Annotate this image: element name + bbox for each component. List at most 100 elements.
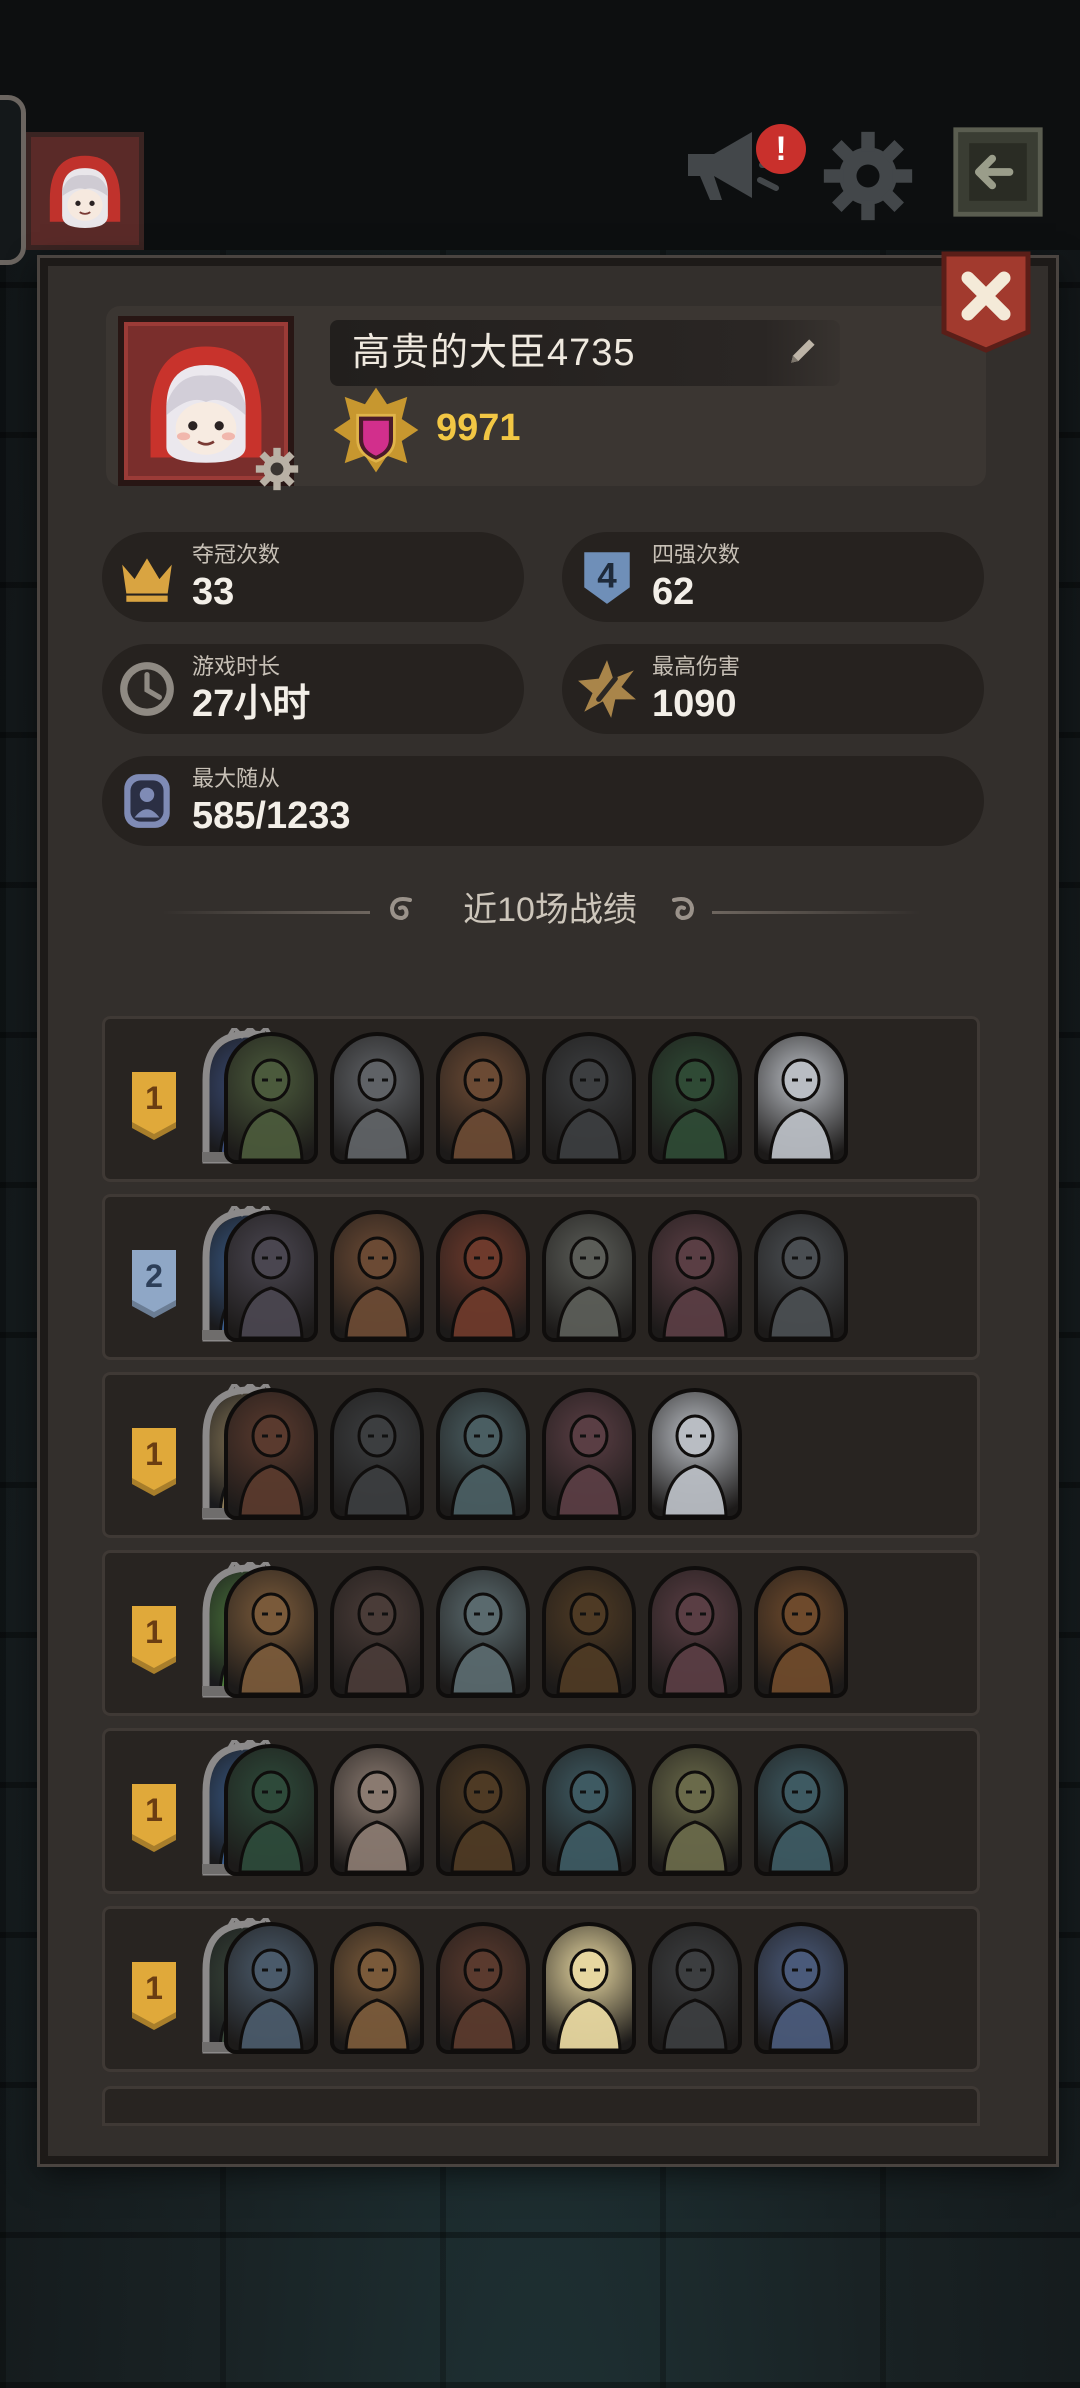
minion-card[interactable]: [754, 1032, 848, 1164]
side-drawer-tab[interactable]: [0, 95, 26, 265]
minion-card[interactable]: [436, 1744, 530, 1876]
minion-card[interactable]: [542, 1744, 636, 1876]
minion-figure-icon: [238, 1592, 304, 1694]
minion-figure-icon: [344, 1058, 410, 1160]
top-bar: [0, 0, 1080, 250]
close-button[interactable]: [938, 248, 1034, 354]
swirl-ornament-icon: [389, 897, 412, 921]
minion-card[interactable]: [754, 1922, 848, 2054]
minion-card[interactable]: [436, 1922, 530, 2054]
minion-figure-icon: [556, 1770, 622, 1872]
top-avatar-button[interactable]: [26, 132, 144, 250]
minion-card[interactable]: [648, 1744, 742, 1876]
stat-play-time: 游戏时长 27小时: [102, 644, 524, 734]
minion-figure-icon: [556, 1058, 622, 1160]
place-badge: 1: [128, 1426, 180, 1498]
minion-card[interactable]: [330, 1566, 424, 1698]
minion-card[interactable]: [224, 1388, 318, 1520]
minion-card[interactable]: [542, 1566, 636, 1698]
place-badge: 1: [128, 1604, 180, 1676]
settings-gear-icon[interactable]: [820, 128, 916, 224]
minion-card[interactable]: [542, 1032, 636, 1164]
minion-card[interactable]: [330, 1744, 424, 1876]
minion-figure-icon: [662, 1414, 728, 1516]
stat-top4: 4 四强次数 62: [562, 532, 984, 622]
minion-card[interactable]: [648, 1922, 742, 2054]
place-number: 1: [145, 1792, 163, 1828]
place-number: 1: [145, 1080, 163, 1116]
minion-card[interactable]: [754, 1210, 848, 1342]
divider-right: [712, 911, 920, 914]
minion-figure-icon: [556, 1236, 622, 1338]
divider-left: [162, 911, 370, 914]
place-badge: 2: [128, 1248, 180, 1320]
match-row[interactable]: 1: [102, 1906, 980, 2072]
minion-card[interactable]: [648, 1032, 742, 1164]
minion-card[interactable]: [436, 1388, 530, 1520]
minion-figure-icon: [768, 1236, 834, 1338]
minion-portrait-icon: [124, 774, 170, 828]
exit-icon[interactable]: [950, 124, 1046, 220]
minion-figure-icon: [450, 1058, 516, 1160]
minion-card[interactable]: [542, 1210, 636, 1342]
match-row[interactable]: 1: [102, 1728, 980, 1894]
pencil-icon[interactable]: [784, 334, 820, 370]
minion-card[interactable]: [224, 1032, 318, 1164]
recent-matches-title: 近10场战绩: [463, 891, 637, 929]
minion-card[interactable]: [542, 1922, 636, 2054]
match-row[interactable]: 1: [102, 1550, 980, 1716]
minion-figure-icon: [450, 1592, 516, 1694]
minion-figure-icon: [238, 1414, 304, 1516]
minion-card[interactable]: [330, 1388, 424, 1520]
minion-figure-icon: [238, 1236, 304, 1338]
minion-figure-icon: [768, 1592, 834, 1694]
minion-figure-icon: [450, 1236, 516, 1338]
minion-figure-icon: [662, 1592, 728, 1694]
minion-figure-icon: [344, 1948, 410, 2050]
stat-max-minions: 最大随从 585/1233: [102, 756, 984, 846]
minion-figure-icon: [450, 1770, 516, 1872]
minion-figure-icon: [556, 1414, 622, 1516]
minion-figure-icon: [344, 1414, 410, 1516]
minion-figure-icon: [662, 1058, 728, 1160]
minion-card[interactable]: [436, 1566, 530, 1698]
minion-card[interactable]: [542, 1388, 636, 1520]
match-row-partial: [102, 2086, 980, 2126]
minion-figure-icon: [238, 1948, 304, 2050]
rank-emblem-icon: [333, 387, 419, 473]
minion-card[interactable]: [436, 1032, 530, 1164]
minion-card[interactable]: [224, 1922, 318, 2054]
minion-card[interactable]: [648, 1566, 742, 1698]
minion-figure-icon: [344, 1592, 410, 1694]
minion-card[interactable]: [754, 1744, 848, 1876]
minion-figure-icon: [556, 1948, 622, 2050]
gear-icon[interactable]: [254, 446, 300, 492]
minion-figure-icon: [662, 1770, 728, 1872]
minion-figure-icon: [768, 1948, 834, 2050]
place-badge: 1: [128, 1960, 180, 2032]
match-row[interactable]: 2: [102, 1194, 980, 1360]
minion-figure-icon: [450, 1948, 516, 2050]
svg-text:4: 4: [597, 556, 617, 595]
match-row[interactable]: 1: [102, 1016, 980, 1182]
minion-card[interactable]: [436, 1210, 530, 1342]
minion-card[interactable]: [330, 1210, 424, 1342]
minion-card[interactable]: [648, 1388, 742, 1520]
place-number: 1: [145, 1436, 163, 1472]
minion-card[interactable]: [224, 1744, 318, 1876]
avatar-icon: [49, 155, 121, 228]
minion-figure-icon: [662, 1236, 728, 1338]
minion-card[interactable]: [330, 1032, 424, 1164]
clock-icon: [120, 662, 174, 716]
place-number: 1: [145, 1614, 163, 1650]
top4-shield-icon: 4: [584, 552, 630, 604]
minion-figure-icon: [768, 1058, 834, 1160]
crown-icon: [122, 558, 172, 602]
minion-card[interactable]: [224, 1210, 318, 1342]
minion-card[interactable]: [224, 1566, 318, 1698]
swirl-ornament-icon: [672, 897, 695, 921]
match-row[interactable]: 1: [102, 1372, 980, 1538]
minion-card[interactable]: [330, 1922, 424, 2054]
minion-card[interactable]: [754, 1566, 848, 1698]
minion-card[interactable]: [648, 1210, 742, 1342]
